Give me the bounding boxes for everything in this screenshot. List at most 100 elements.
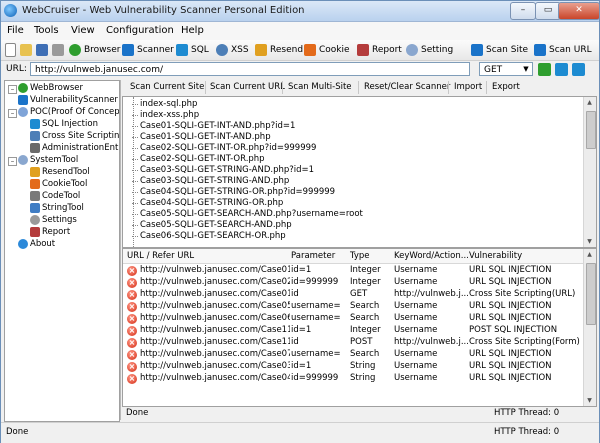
file-item[interactable]: index-xss.php xyxy=(131,110,199,121)
menu-tools[interactable]: Tools xyxy=(34,25,59,36)
globe-icon xyxy=(69,44,81,56)
table-row[interactable]: × http://vulnweb.janusec.com/Case06-S...… xyxy=(123,313,583,325)
scan-current-url-button[interactable]: Scan Current URL xyxy=(210,82,285,92)
report-label: Report xyxy=(372,45,402,55)
scroll-down-icon[interactable]: ▼ xyxy=(585,396,594,405)
scan-site-label: Scan Site xyxy=(486,45,529,55)
scroll-thumb[interactable] xyxy=(586,263,596,325)
tree-item-systemtool[interactable]: SystemTool xyxy=(18,154,78,166)
setting-button[interactable]: Setting xyxy=(406,42,453,58)
vertical-scrollbar[interactable]: ▲ ▼ xyxy=(583,249,596,406)
chevron-down-icon: ▼ xyxy=(523,65,529,73)
tree-item-vulnerabilityscanner[interactable]: VulnerabilityScanner xyxy=(18,94,118,106)
file-item[interactable]: Case01-SQLI-GET-INT-AND.php xyxy=(132,132,271,143)
export-button[interactable]: Export xyxy=(492,82,520,92)
cell-keyword: Username xyxy=(394,349,438,359)
app-logo-icon xyxy=(4,4,17,17)
file-item[interactable]: index-sql.php xyxy=(131,99,197,110)
table-row[interactable]: × http://vulnweb.janusec.com/Case04-S...… xyxy=(123,373,583,385)
expand-icon[interactable]: – xyxy=(8,85,17,94)
url-input[interactable]: http://vulnweb.janusec.com/ xyxy=(30,62,470,76)
stop-icon[interactable] xyxy=(572,63,585,76)
scroll-thumb[interactable] xyxy=(586,111,596,149)
cell-parameter: id=1 xyxy=(291,325,312,335)
collapse-icon[interactable]: – xyxy=(8,157,17,166)
cell-parameter: username= xyxy=(291,301,341,311)
tree-item-settings[interactable]: Settings xyxy=(30,214,77,226)
cell-type: POST xyxy=(350,337,373,347)
cookie-button[interactable]: Cookie xyxy=(304,42,350,58)
column-header-keyword[interactable]: KeyWord/Action... xyxy=(394,251,469,261)
collapse-icon[interactable]: – xyxy=(8,109,17,118)
tree-item-cookietool[interactable]: CookieTool xyxy=(30,178,87,190)
file-item[interactable]: Case02-SQLI-GET-INT-OR.php xyxy=(132,154,265,165)
tree-item-poc[interactable]: POC(Proof Of Concept) xyxy=(18,106,119,118)
file-item[interactable]: Case05-SQLI-GET-SEARCH-AND.php?username=… xyxy=(132,209,363,220)
browser-label: Browser xyxy=(84,45,121,55)
file-item[interactable]: Case01-SQLI-GET-INT-AND.php?id=1 xyxy=(131,121,295,132)
splitter[interactable] xyxy=(120,80,121,420)
file-item[interactable]: Case02-SQLI-GET-INT-OR.php?id=999999 xyxy=(131,143,316,154)
open-button[interactable] xyxy=(20,42,35,58)
table-row[interactable]: × http://vulnweb.janusec.com/Case02-S...… xyxy=(123,277,583,289)
scan-multi-site-button[interactable]: Scan Multi-Site xyxy=(288,82,352,92)
table-row[interactable]: × http://vulnweb.janusec.com/Case01-S...… xyxy=(123,265,583,277)
scroll-down-icon[interactable]: ▼ xyxy=(585,237,594,246)
column-header-url[interactable]: URL / Refer URL xyxy=(127,251,194,261)
tree-item-sql-injection[interactable]: SQL Injection xyxy=(30,118,98,130)
minimize-button[interactable]: – xyxy=(510,2,536,20)
tree-item-codetool[interactable]: CodeTool xyxy=(30,190,80,202)
table-row[interactable]: × http://vulnweb.janusec.com/Case11-S...… xyxy=(123,337,583,349)
menu-help[interactable]: Help xyxy=(181,25,204,36)
file-item[interactable]: Case04-SQLI-GET-STRING-OR.php?id=999999 xyxy=(131,187,335,198)
sql-button[interactable]: SQL xyxy=(176,42,209,58)
tree-item-resendtool[interactable]: ResendTool xyxy=(30,166,90,178)
scan-site-button[interactable]: Scan Site xyxy=(471,42,528,58)
tree-item-webbrowser[interactable]: WebBrowser xyxy=(18,82,83,94)
column-header-vulnerability[interactable]: Vulnerability xyxy=(469,251,522,261)
table-row[interactable]: × http://vulnweb.janusec.com/Case07-S...… xyxy=(123,349,583,361)
column-header-type[interactable]: Type xyxy=(350,251,370,261)
close-button[interactable]: ✕ xyxy=(558,2,600,20)
file-item[interactable]: Case06-SQLI-GET-SEARCH-OR.php xyxy=(132,231,286,242)
table-row[interactable]: × http://vulnweb.janusec.com/Case05-S...… xyxy=(123,301,583,313)
import-button[interactable]: Import xyxy=(454,82,482,92)
reset-clear-scanner-button[interactable]: Reset/Clear Scanner xyxy=(364,82,450,92)
scroll-up-icon[interactable]: ▲ xyxy=(585,250,594,259)
go-icon[interactable] xyxy=(538,63,551,76)
file-item[interactable]: Case03-SQLI-GET-STRING-AND.php?id=1 xyxy=(131,165,314,176)
cell-keyword: Username xyxy=(394,313,438,323)
tree-item-about[interactable]: About xyxy=(18,238,55,250)
resend-button[interactable]: Resend xyxy=(255,42,303,58)
file-item[interactable]: Case03-SQLI-GET-STRING-AND.php xyxy=(131,176,289,187)
column-header-parameter[interactable]: Parameter xyxy=(291,251,335,261)
vertical-scrollbar[interactable]: ▲ ▼ xyxy=(583,97,596,247)
tree-item-cross-site-scripting[interactable]: Cross Site Scripting xyxy=(30,130,119,142)
scan-url-button[interactable]: Scan URL xyxy=(534,42,592,58)
report-button[interactable]: Report xyxy=(357,42,402,58)
scanner-button[interactable]: Scanner xyxy=(122,42,174,58)
menu-file[interactable]: File xyxy=(7,25,24,36)
save-button[interactable] xyxy=(36,42,51,58)
scan-current-site-button[interactable]: Scan Current Site xyxy=(130,82,204,92)
new-button[interactable] xyxy=(5,42,19,58)
tree-item-stringtool[interactable]: StringTool xyxy=(30,202,84,214)
table-row[interactable]: × http://vulnweb.janusec.com/Case11-S...… xyxy=(123,325,583,337)
file-item[interactable]: Case05-SQLI-GET-SEARCH-AND.php xyxy=(132,220,292,231)
tree-item-administration-entrance[interactable]: AdministrationEntrance xyxy=(30,142,119,154)
table-row[interactable]: × http://vulnweb.janusec.com/Case03-S...… xyxy=(123,361,583,373)
xss-button[interactable]: XSS xyxy=(216,42,249,58)
method-select[interactable]: GET ▼ xyxy=(479,62,533,76)
print-button[interactable] xyxy=(52,42,67,58)
scroll-up-icon[interactable]: ▲ xyxy=(585,98,594,107)
file-item[interactable]: Case04-SQLI-GET-STRING-OR.php xyxy=(131,198,283,209)
save-icon xyxy=(36,44,48,56)
menu-view[interactable]: View xyxy=(71,25,95,36)
pause-icon[interactable] xyxy=(555,63,568,76)
menu-configuration[interactable]: Configuration xyxy=(106,25,174,36)
scanner-icon xyxy=(122,44,134,56)
table-row[interactable]: × http://vulnweb.janusec.com/Case01-S...… xyxy=(123,289,583,301)
tree-item-report[interactable]: Report xyxy=(30,226,70,238)
cell-url: http://vulnweb.janusec.com/Case07-S... xyxy=(140,349,290,359)
browser-button[interactable]: Browser xyxy=(69,42,120,58)
